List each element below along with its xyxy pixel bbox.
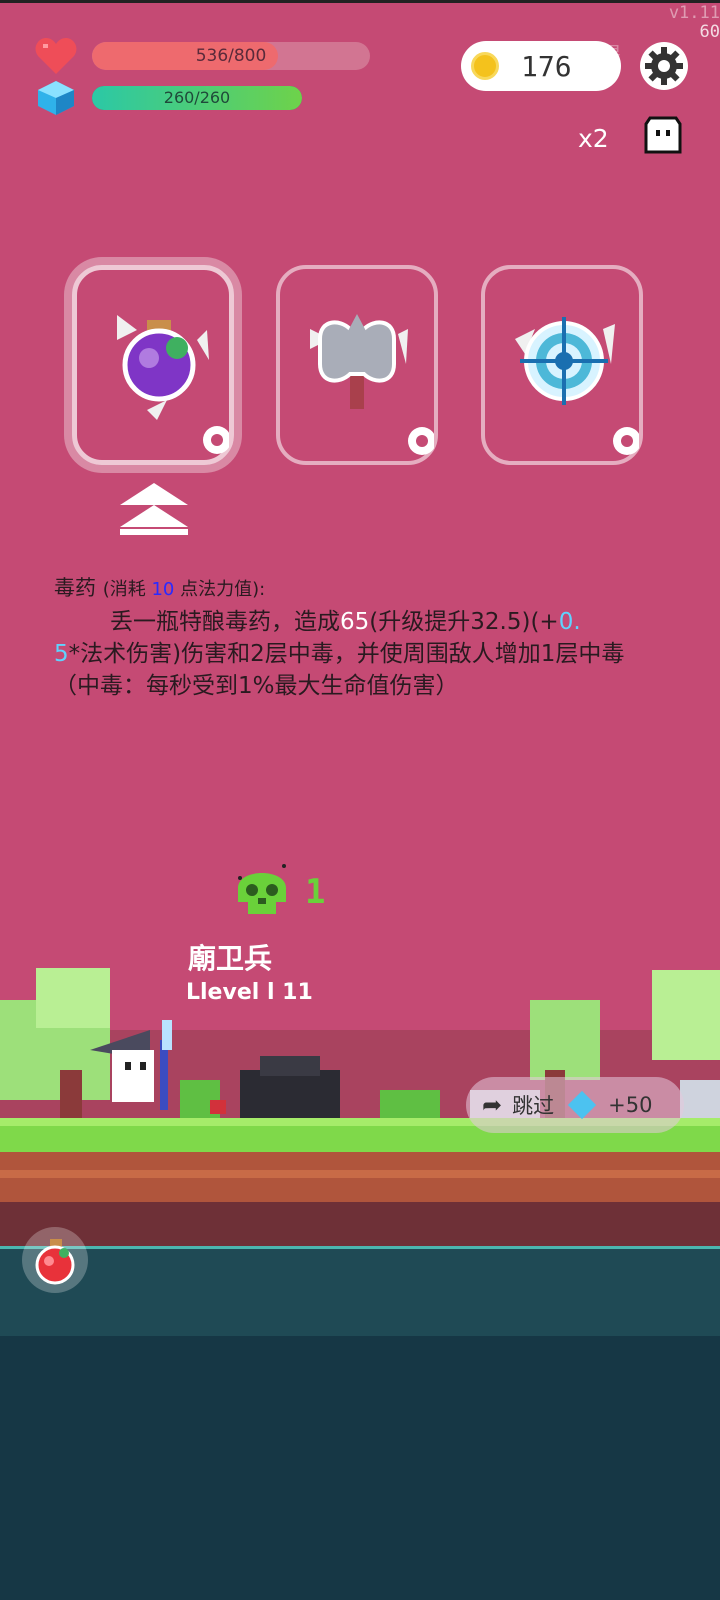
fps-counter: 60 (699, 22, 720, 42)
gear-icon (645, 47, 683, 85)
tree-left (0, 968, 110, 1120)
ratio-part-b: 5 (54, 641, 69, 667)
cost-prefix: (消耗 (102, 579, 152, 600)
top-border (0, 0, 720, 3)
axe-icon (310, 314, 434, 455)
tree-right (652, 970, 720, 1060)
damage-value: 65 (340, 609, 370, 635)
coin-value: 176 (521, 49, 572, 83)
hp-row: 536/800 (34, 36, 370, 76)
cost-suffix: 点法力值): (174, 579, 266, 600)
heart-icon (35, 38, 77, 74)
selected-upgrade-arrow-icon (120, 483, 188, 535)
version-info: v1.11 60 (669, 4, 720, 42)
settings-button[interactable] (640, 42, 688, 90)
pause-ghost-button[interactable] (640, 114, 686, 160)
hp-bar: 536/800 (92, 42, 370, 70)
effect-part-b: (升级提升32.5)(+ (369, 609, 559, 635)
hp-text: 536/800 (195, 46, 267, 66)
poison-stack-count: 1 (305, 872, 326, 912)
skip-label: 跳过 (512, 1094, 555, 1118)
game-scene (0, 968, 720, 1600)
mp-bar: 260/260 (92, 86, 302, 110)
mana-cost: 10 (151, 579, 175, 600)
ratio-part-a: 0. (558, 609, 581, 635)
skill-description: 毒药 (消耗 10 点法力值): 丢一瓶特酿毒药，造成65(升级提升32.5)(… (54, 572, 666, 702)
skill-name: 毒药 (54, 576, 96, 600)
skill-card-axe[interactable] (276, 265, 438, 465)
enemy-name: 廟卫兵 (188, 942, 273, 975)
mp-row: 260/260 (34, 80, 302, 116)
skill-effect-text: 丢一瓶特酿毒药，造成65(升级提升32.5)(+0. 5*法术伤害)伤害和2层中毒… (54, 606, 666, 702)
poison-skull-icon (238, 864, 286, 914)
mp-text: 260/260 (163, 88, 231, 107)
effect-part-a: 丢一瓶特酿毒药，造成 (110, 609, 340, 635)
skill-title-line: 毒药 (消耗 10 点法力值): (54, 572, 666, 606)
coin-icon (471, 52, 499, 80)
enemy-level: Llevel l 11 (186, 980, 313, 1005)
effect-part-c: *法术伤害)伤害和2层中毒，并使周围敌人增加1层中毒（中毒：每秒受到1%最大生命… (54, 641, 625, 699)
crosshair-icon (515, 317, 639, 455)
purple-potion-icon (117, 315, 229, 454)
crystal-reward-icon (567, 1090, 597, 1120)
game-speed-button[interactable]: x2 (578, 124, 609, 153)
version-label: v1.11 (668, 3, 720, 23)
coin-counter: 176 (461, 41, 621, 91)
red-potion-icon (35, 1239, 75, 1285)
potion-quick-button[interactable] (22, 1227, 88, 1293)
skip-bonus: +50 (608, 1093, 653, 1117)
mana-crystal-icon (38, 81, 74, 115)
skip-arrow-icon: ➦ (482, 1091, 503, 1119)
skill-card-poison[interactable] (72, 265, 234, 465)
skip-button[interactable]: ➦ 跳过 +50 (466, 1077, 684, 1133)
skill-card-target[interactable] (481, 265, 643, 465)
